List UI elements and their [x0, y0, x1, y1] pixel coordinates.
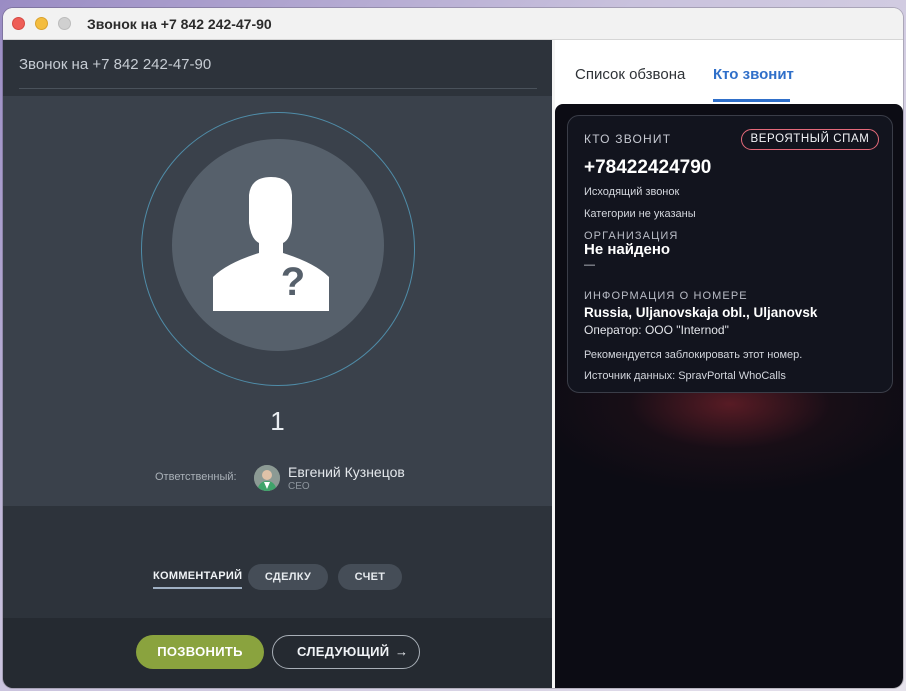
action-tabs: КОММЕНТАРИЙ СДЕЛКУ СЧЕТ — [3, 506, 552, 618]
info-pane: Список обзвона Кто звонит КТО ЗВОНИТ ВЕР… — [555, 40, 903, 688]
caller-location: Russia, Uljanovskaja obl., Uljanovsk — [584, 305, 818, 320]
arrow-right-icon: → — [395, 644, 409, 659]
call-type: Исходящий звонок — [584, 186, 680, 198]
call-actions-bar: ПОЗВОНИТЬ СЛЕДУЮЩИЙ → — [3, 618, 552, 688]
header-divider — [19, 88, 537, 89]
tab-call-list[interactable]: Список обзвона — [575, 66, 685, 83]
call-header: Звонок на +7 842 242-47-90 — [3, 40, 552, 96]
close-window-button[interactable] — [12, 17, 25, 30]
who-calls-panel: КТО ЗВОНИТ ВЕРОЯТНЫЙ СПАМ +78422424790 И… — [555, 104, 903, 688]
responsible-role: CEO — [288, 481, 310, 492]
tab-comment[interactable]: КОММЕНТАРИЙ — [153, 570, 243, 589]
call-header-title: Звонок на +7 842 242-47-90 — [19, 56, 212, 73]
responsible-name[interactable]: Евгений Кузнецов — [288, 464, 405, 480]
active-tab-indicator — [713, 99, 790, 102]
card-heading: КТО ЗВОНИТ — [584, 132, 672, 146]
spam-badge: ВЕРОЯТНЫЙ СПАМ — [741, 129, 879, 150]
caller-operator: Оператор: ООО "Internod" — [584, 323, 729, 337]
categories-text: Категории не указаны — [584, 208, 696, 220]
tab-invoice[interactable]: СЧЕТ — [338, 564, 402, 590]
zoom-window-button[interactable] — [58, 17, 71, 30]
block-recommendation: Рекомендуется заблокировать этот номер. — [584, 349, 803, 361]
tab-who-calls[interactable]: Кто звонит — [713, 66, 794, 83]
unknown-person-icon: ? — [213, 177, 329, 311]
call-button[interactable]: ПОЗВОНИТЬ — [136, 635, 264, 669]
unknown-caller-avatar: ? — [172, 139, 384, 351]
call-count: 1 — [270, 406, 285, 436]
call-pane: Звонок на +7 842 242-47-90 ? 1 Ответстве… — [3, 40, 552, 688]
caller-info-card: КТО ЗВОНИТ ВЕРОЯТНЫЙ СПАМ +78422424790 И… — [567, 115, 893, 393]
next-button[interactable]: СЛЕДУЮЩИЙ → — [272, 635, 420, 669]
person-photo-icon — [254, 465, 280, 491]
caller-area: ? 1 Ответственный: Евгений Кузнецов CEO — [3, 96, 552, 506]
call-window: Звонок на +7 842 242-47-90 Звонок на +7 … — [3, 8, 903, 688]
svg-text:?: ? — [281, 260, 305, 304]
next-button-label: СЛЕДУЮЩИЙ — [297, 644, 390, 659]
responsible-avatar[interactable] — [254, 465, 280, 491]
organization-dash: — — [584, 259, 595, 271]
data-source: Источник данных: SpravPortal WhoCalls — [584, 370, 786, 382]
window-title: Звонок на +7 842 242-47-90 — [87, 16, 272, 32]
minimize-window-button[interactable] — [35, 17, 48, 30]
caller-phone: +78422424790 — [584, 157, 712, 178]
tab-deal[interactable]: СДЕЛКУ — [248, 564, 328, 590]
title-bar: Звонок на +7 842 242-47-90 — [3, 8, 903, 40]
number-info-label: ИНФОРМАЦИЯ О НОМЕРЕ — [584, 290, 748, 302]
responsible-label: Ответственный: — [155, 471, 237, 483]
organization-value: Не найдено — [584, 241, 671, 258]
